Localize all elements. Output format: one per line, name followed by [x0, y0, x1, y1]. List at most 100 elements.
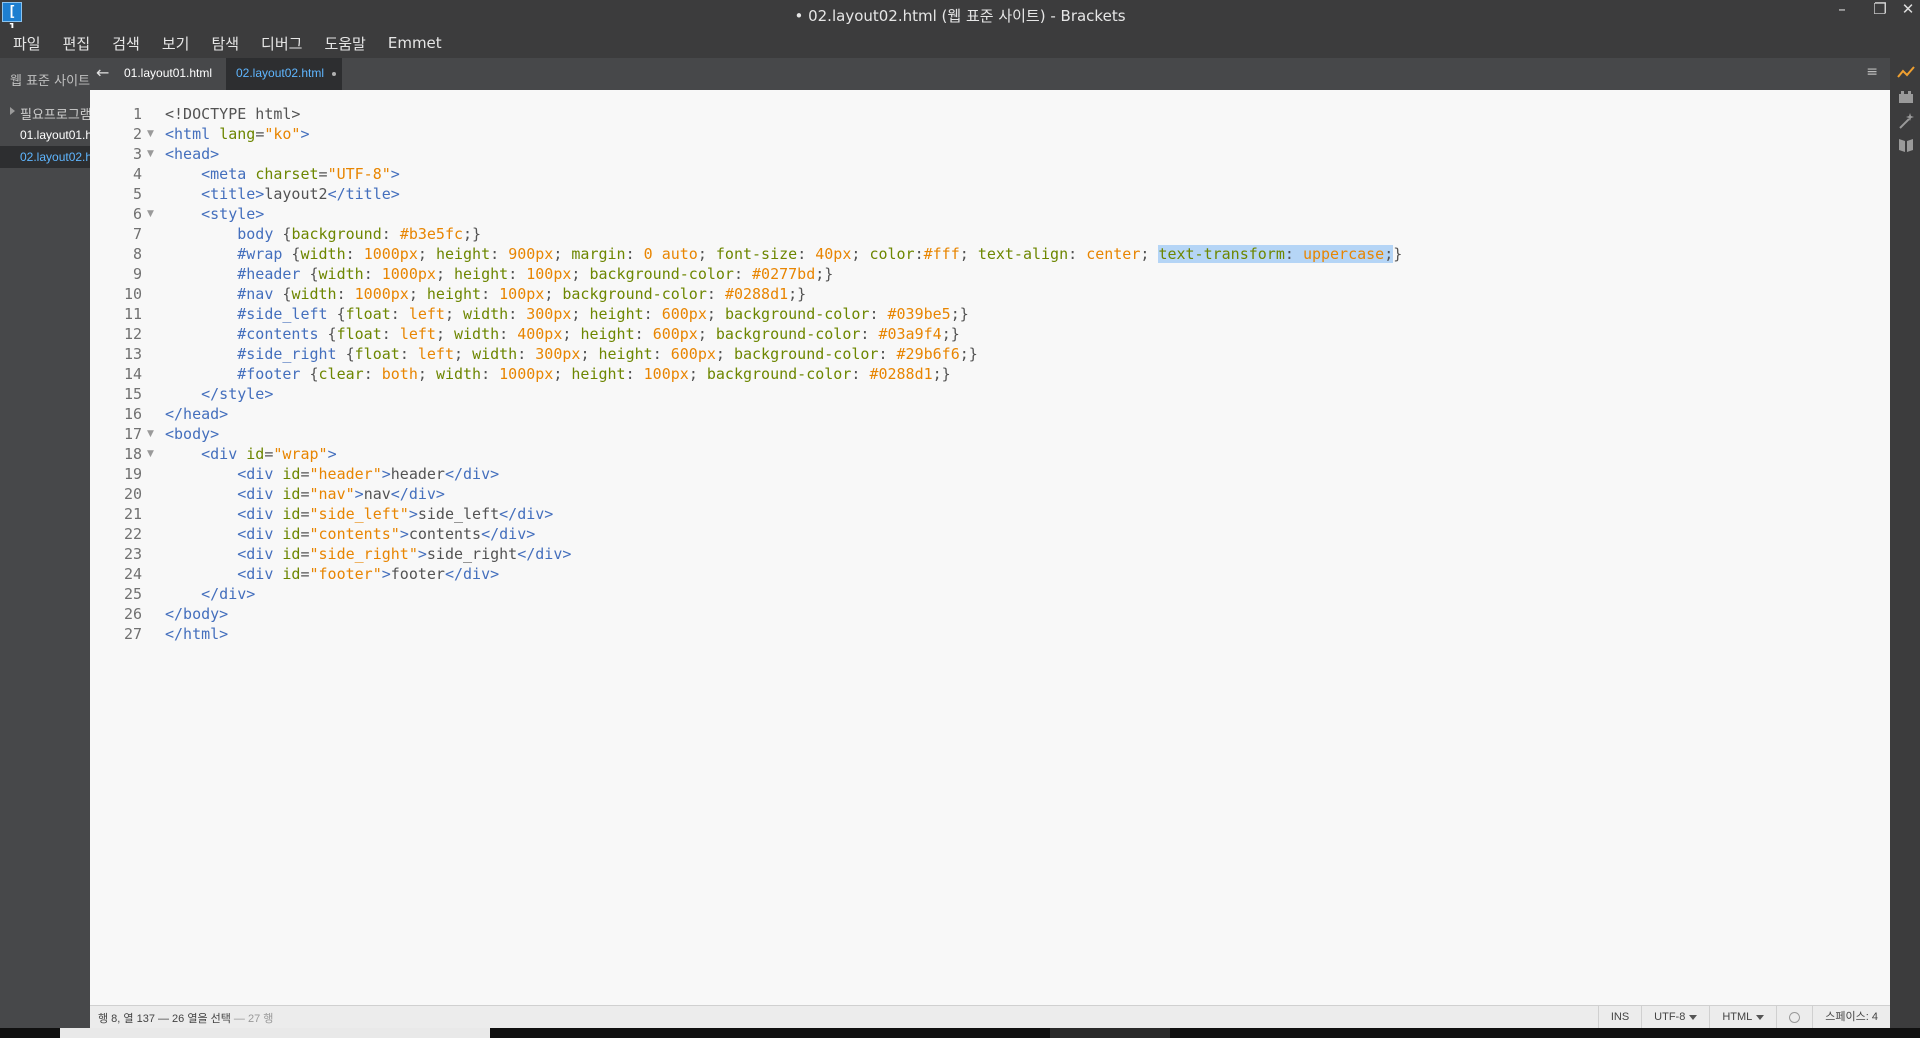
folder-expand-icon[interactable]: [10, 107, 15, 115]
code-line: 18 ▼ <div id="wrap">: [90, 444, 1890, 464]
right-toolbar: [1890, 58, 1920, 1028]
tab-layout01[interactable]: 01.layout01.html: [114, 58, 222, 90]
encoding-select[interactable]: UTF-8: [1641, 1006, 1709, 1028]
sidebar-file-layout01[interactable]: 01.layout01.html: [0, 124, 90, 146]
line-number: 18: [123, 445, 142, 463]
line-count: — 27 행: [230, 1013, 274, 1025]
line-number: 1: [132, 105, 142, 123]
status-bar: 행 8, 열 137 — 26 열을 선택 — 27 행 INS UTF-8 H…: [90, 1005, 1890, 1028]
unsaved-dot-icon: [332, 72, 337, 76]
folder-label: 필요프로그램: [20, 108, 90, 123]
line-number: 23: [123, 545, 142, 563]
project-title[interactable]: 웹 표준 사이트: [10, 70, 90, 89]
line-number: 16: [123, 405, 142, 423]
line-number: 27: [123, 625, 142, 643]
close-button[interactable]: ✕: [1894, 0, 1920, 20]
window-title: • 02.layout02.html (웹 표준 사이트) - Brackets: [794, 7, 1126, 25]
code-line: 7 body {background: #b3e5fc;}: [90, 224, 1890, 244]
code-line: 15 </style>: [90, 384, 1890, 404]
taskbar-strip: [0, 1028, 1920, 1038]
tab-layout02[interactable]: 02.layout02.html: [226, 58, 343, 90]
line-number: 3: [132, 145, 142, 163]
minimize-button[interactable]: –: [1828, 0, 1856, 20]
line-number: 24: [123, 565, 142, 583]
code-line: 25 </div>: [90, 584, 1890, 604]
fold-arrow-icon[interactable]: ▼: [147, 204, 154, 224]
tab-label: 02.layout02.html: [236, 66, 325, 80]
sidebar-file-layout02[interactable]: 02.layout02.html: [0, 146, 90, 168]
line-number: 7: [132, 225, 142, 243]
line-number: 21: [123, 505, 142, 523]
encoding-label: UTF-8: [1654, 1011, 1686, 1023]
taskbar-item: [60, 1028, 490, 1038]
line-number: 12: [123, 325, 142, 343]
line-number: 6: [132, 205, 142, 223]
code-line: 27 </html>: [90, 624, 1890, 644]
code-line: 1 <!DOCTYPE html>: [90, 104, 1890, 124]
indent-setting[interactable]: 스페이스: 4: [1812, 1006, 1890, 1028]
fold-arrow-icon[interactable]: ▼: [147, 444, 154, 464]
back-arrow-icon[interactable]: ←: [96, 63, 109, 82]
taskbar-item: [1050, 1028, 1170, 1038]
code-line: 22 <div id="contents">contents</div>: [90, 524, 1890, 544]
menu-edit[interactable]: 편집: [52, 33, 102, 54]
lint-status[interactable]: [1776, 1006, 1812, 1028]
code-area[interactable]: 1 <!DOCTYPE html> 2 ▼ <html lang="ko"> 3 ▼ <h…: [90, 104, 1890, 644]
language-select[interactable]: HTML: [1709, 1006, 1776, 1028]
code-line: 21 <div id="side_left">side_left</div>: [90, 504, 1890, 524]
menu-view[interactable]: 보기: [151, 33, 201, 54]
restore-button[interactable]: ❐: [1866, 0, 1894, 20]
chevron-down-icon: [1689, 1014, 1698, 1020]
code-line: 19 <div id="header">header</div>: [90, 464, 1890, 484]
book-icon[interactable]: [1897, 136, 1915, 154]
code-line: 8 #wrap {width: 1000px; height: 900px; m…: [90, 244, 1890, 264]
menu-debug[interactable]: 디버그: [250, 33, 313, 54]
code-line: 5 <title>layout2</title>: [90, 184, 1890, 204]
line-number: 19: [123, 465, 142, 483]
menu-file[interactable]: 파일: [2, 33, 52, 54]
sidebar: 웹 표준 사이트 필요프로그램 01.layout01.html 02.layo…: [0, 58, 90, 1028]
insert-mode-toggle[interactable]: INS: [1597, 1006, 1641, 1028]
line-number: 8: [132, 245, 142, 263]
tab-menu-icon[interactable]: ≡: [1866, 64, 1878, 80]
tab-label: 01.layout01.html: [124, 66, 213, 80]
menu-find[interactable]: 검색: [101, 33, 151, 54]
tab-bar: ← 01.layout01.html 02.layout02.html ≡: [90, 58, 1890, 90]
fold-arrow-icon[interactable]: ▼: [147, 424, 154, 444]
status-right: INS UTF-8 HTML 스페이스: 4: [1597, 1006, 1890, 1028]
live-preview-icon[interactable]: [1897, 64, 1915, 82]
code-line: 10 #nav {width: 1000px; height: 100px; b…: [90, 284, 1890, 304]
code-line: 13 #side_right {float: left; width: 300p…: [90, 344, 1890, 364]
line-number: 15: [123, 385, 142, 403]
title-bar: [ ] • 02.layout02.html (웹 표준 사이트) - Brac…: [0, 0, 1920, 38]
line-number: 20: [123, 485, 142, 503]
menu-help[interactable]: 도움말: [313, 33, 376, 54]
brackets-window: [ ] • 02.layout02.html (웹 표준 사이트) - Brac…: [0, 0, 1920, 1038]
magic-wand-icon[interactable]: [1897, 112, 1915, 130]
code-line: 17 ▼ <body>: [90, 424, 1890, 444]
code-line: 24 <div id="footer">footer</div>: [90, 564, 1890, 584]
code-line: 20 <div id="nav">nav</div>: [90, 484, 1890, 504]
code-line: 6 ▼ <style>: [90, 204, 1890, 224]
fold-arrow-icon[interactable]: ▼: [147, 124, 154, 144]
fold-arrow-icon[interactable]: ▼: [147, 144, 154, 164]
code-line: 9 #header {width: 1000px; height: 100px;…: [90, 264, 1890, 284]
menu-bar: 파일 편집 검색 보기 탐색 디버그 도움말 Emmet: [0, 28, 1920, 58]
line-number: 10: [123, 285, 142, 303]
menu-navigate[interactable]: 탐색: [200, 33, 250, 54]
lint-circle-icon: [1789, 1011, 1801, 1023]
line-number: 5: [132, 185, 142, 203]
line-number: 2: [132, 125, 142, 143]
code-line: 16 </head>: [90, 404, 1890, 424]
menu-emmet[interactable]: Emmet: [377, 34, 453, 52]
code-line: 11 #side_left {float: left; width: 300px…: [90, 304, 1890, 324]
line-number: 26: [123, 605, 142, 623]
code-line: 14 #footer {clear: both; width: 1000px; …: [90, 364, 1890, 384]
folder-item[interactable]: 필요프로그램: [0, 102, 90, 123]
line-number: 25: [123, 585, 142, 603]
line-number: 17: [123, 425, 142, 443]
code-line: 2 ▼ <html lang="ko">: [90, 124, 1890, 144]
extension-manager-icon[interactable]: [1897, 88, 1915, 106]
chevron-down-icon: [1756, 1014, 1765, 1020]
code-editor[interactable]: 1 <!DOCTYPE html> 2 ▼ <html lang="ko"> 3 ▼ <h…: [90, 90, 1890, 1005]
